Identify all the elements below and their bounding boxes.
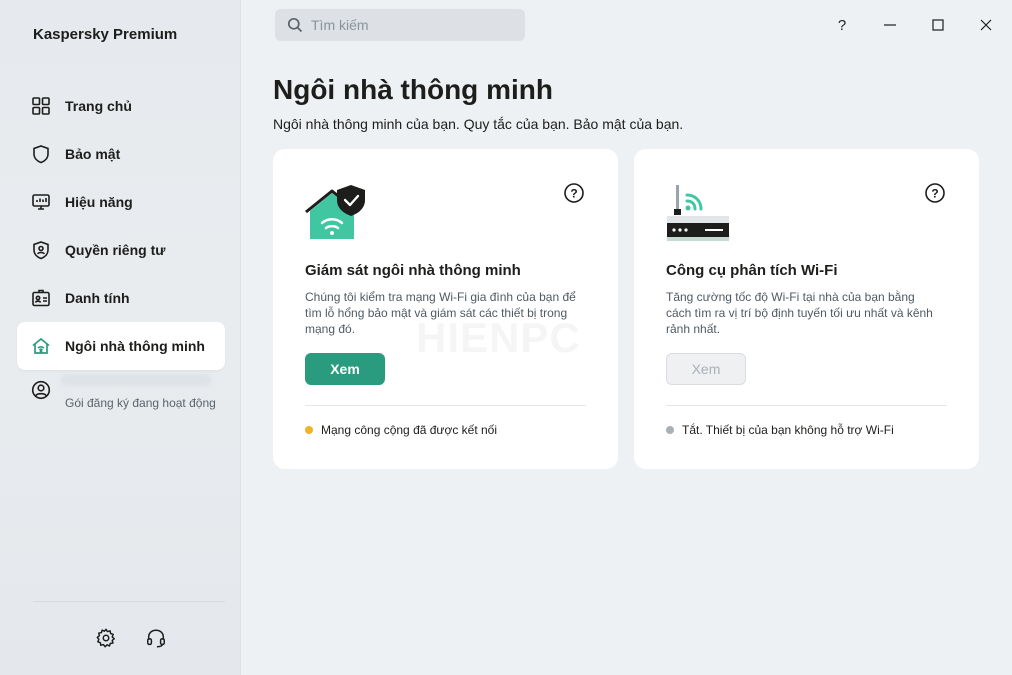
help-circle-icon[interactable]: ? (924, 182, 946, 204)
sidebar-item-home[interactable]: Trang chủ (17, 82, 225, 130)
card-title: Công cụ phân tích Wi-Fi (666, 262, 838, 279)
sidebar-item-label: Trang chủ (65, 98, 132, 114)
sidebar-item-label: Quyền riêng tư (65, 242, 166, 258)
close-button[interactable] (973, 12, 999, 38)
performance-monitor-icon (31, 192, 51, 212)
smart-home-icon (31, 336, 51, 356)
question-icon: ? (838, 17, 846, 33)
sidebar-item-performance[interactable]: Hiệu năng (17, 178, 225, 226)
page-subtitle: Ngôi nhà thông minh của bạn. Quy tắc của… (273, 116, 684, 132)
sidebar-item-label: Ngôi nhà thông minh (65, 338, 205, 354)
app-name-text: Kaspersky Premium (33, 26, 178, 43)
sidebar-item-security[interactable]: Bảo mật (17, 130, 225, 178)
maximize-icon (932, 19, 944, 31)
view-button[interactable]: Xem (305, 353, 385, 385)
card-description: Tăng cường tốc độ Wi-Fi tại nhà của bạn … (666, 290, 933, 336)
wifi-router-illustration-icon (665, 183, 731, 243)
sidebar-divider (33, 601, 225, 602)
subscription-status: Gói đăng ký đang hoạt động (65, 396, 216, 410)
headset-support-icon[interactable] (145, 627, 167, 649)
id-card-icon (31, 288, 51, 308)
minimize-icon (884, 24, 896, 26)
sidebar-item-identity[interactable]: Danh tính (17, 274, 225, 322)
sidebar-item-privacy[interactable]: Quyền riêng tư (17, 226, 225, 274)
close-icon (980, 19, 992, 31)
view-button-disabled[interactable]: Xem (666, 353, 746, 385)
app-name: Kaspersky Premium (33, 25, 177, 45)
help-button[interactable]: ? (829, 12, 855, 38)
sidebar: Kaspersky Premium Trang chủ Bảo mật Hiệu… (0, 0, 241, 675)
search-input[interactable] (311, 17, 511, 33)
svg-text:?: ? (570, 187, 577, 201)
svg-text:?: ? (838, 17, 846, 33)
sidebar-item-label: Hiệu năng (65, 194, 133, 210)
page-title: Ngôi nhà thông minh (273, 74, 553, 105)
card-divider (666, 405, 947, 406)
card-status: Mạng công cộng đã được kết nối (305, 423, 497, 437)
sidebar-nav: Trang chủ Bảo mật Hiệu năng Quyền riêng … (17, 82, 225, 370)
account-panel[interactable]: Gói đăng ký đang hoạt động (31, 374, 221, 410)
dashboard-icon (31, 96, 51, 116)
card-description: Chúng tôi kiểm tra mạng Wi-Fi gia đình c… (305, 290, 576, 336)
search-icon (287, 17, 303, 33)
smart-home-monitor-card: ? Giám sát ngôi nhà thông minh Chúng tôi… (273, 149, 618, 469)
maximize-button[interactable] (925, 12, 951, 38)
card-status: Tắt. Thiết bị của bạn không hỗ trợ Wi-Fi (666, 423, 894, 437)
sidebar-footer (95, 627, 167, 649)
sidebar-item-label: Bảo mật (65, 146, 121, 162)
smart-home-shield-illustration-icon (304, 183, 370, 243)
shield-icon (31, 144, 51, 164)
card-title: Giám sát ngôi nhà thông minh (305, 262, 521, 279)
card-divider (305, 405, 586, 406)
status-dot-warning (305, 426, 313, 434)
sidebar-item-smart-home[interactable]: Ngôi nhà thông minh (17, 322, 225, 370)
gear-icon[interactable] (95, 627, 117, 649)
status-text: Mạng công cộng đã được kết nối (321, 423, 498, 437)
svg-text:?: ? (931, 187, 938, 201)
privacy-shield-icon (31, 240, 51, 260)
wifi-analyzer-card: ? Công cụ phân tích Wi-Fi Tăng cường tốc… (634, 149, 979, 469)
help-circle-icon[interactable]: ? (563, 182, 585, 204)
status-text: Tắt. Thiết bị của bạn không hỗ trợ Wi-Fi (682, 423, 894, 437)
status-dot-off (666, 426, 674, 434)
blurred-account-name (61, 374, 211, 386)
search-bar[interactable] (275, 9, 525, 41)
user-avatar-icon (31, 380, 51, 400)
minimize-button[interactable] (877, 12, 903, 38)
sidebar-item-label: Danh tính (65, 290, 130, 306)
